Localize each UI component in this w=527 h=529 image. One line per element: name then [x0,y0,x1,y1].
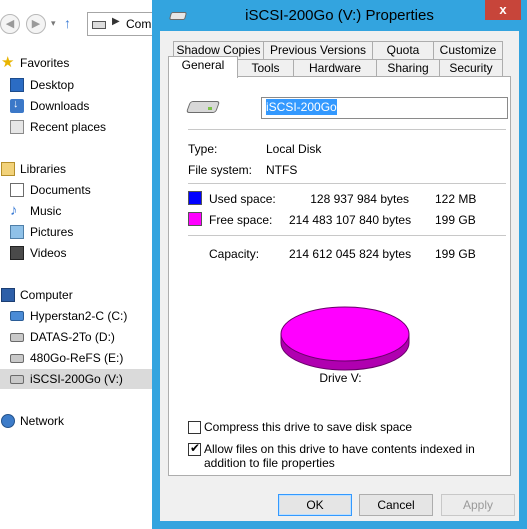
nav-drive-e-label: 480Go-ReFS (E:) [30,351,124,365]
nav-drive-c-label: Hyperstan2-C (C:) [30,309,128,323]
computer-small-icon [92,21,106,29]
nav-documents[interactable]: Documents [0,180,160,200]
nav-network[interactable]: Network [0,411,160,431]
computer-icon [1,288,15,302]
breadcrumb-chevron-icon[interactable]: ▶ [112,16,120,27]
used-space-short: 122 MB [435,192,477,206]
address-text: Com [126,17,152,31]
drive-name-text: iSCSI-200Go [266,99,337,115]
drive-icon [10,333,24,342]
dialog-body: Shadow Copies Previous Versions Quota Cu… [160,31,519,521]
network-icon [1,414,15,428]
used-space-swatch [188,191,202,205]
tab-previous-versions[interactable]: Previous Versions [263,41,373,60]
compress-label: Compress this drive to save disk space [204,420,413,434]
tab-general[interactable]: General [168,56,238,78]
ok-button[interactable]: OK [278,494,352,516]
type-value: Local Disk [266,142,322,156]
pictures-icon [10,225,24,239]
separator [188,183,506,184]
title-bar[interactable]: iSCSI-200Go (V:) Properties x [152,0,527,32]
nav-libraries-label: Libraries [20,162,67,176]
checkmark-icon: ✔ [190,441,201,455]
used-space-label: Used space: [209,192,276,206]
up-arrow-icon[interactable]: ↑ [64,15,80,31]
nav-network-label: Network [20,414,65,428]
recent-locations-chevron-icon[interactable]: ▾ [51,18,56,29]
forward-button[interactable]: ▶ [26,14,46,34]
cancel-button[interactable]: Cancel [359,494,433,516]
free-space-label: Free space: [209,213,273,227]
nav-drive-v[interactable]: iSCSI-200Go (V:) [0,369,160,389]
apply-button[interactable]: Apply [441,494,515,516]
nav-recent-places-label: Recent places [30,120,107,134]
downloads-icon [10,98,24,113]
tab-quota[interactable]: Quota [372,41,434,60]
nav-videos-label: Videos [30,246,67,260]
type-label: Type: [188,142,218,156]
back-button[interactable]: ◀ [0,14,20,34]
system-drive-icon [10,311,24,321]
nav-favorites-label: Favorites [20,56,70,70]
explorer-window: ◀ ▶ ▾ ↑ ▶ Com ★ Favorites Desktop Downlo… [0,0,167,529]
recent-places-icon [10,120,24,134]
nav-desktop-label: Desktop [30,78,75,92]
dialog-title: iSCSI-200Go (V:) Properties [245,7,434,24]
tab-customize[interactable]: Customize [433,41,503,60]
pie-free-slice [280,306,410,362]
separator [188,129,506,130]
capacity-bytes: 214 612 045 824 bytes [289,247,412,261]
nav-drive-v-label: iSCSI-200Go (V:) [30,372,123,386]
properties-dialog: iSCSI-200Go (V:) Properties x Shadow Cop… [152,0,527,529]
forward-arrow-icon: ▶ [31,18,41,30]
nav-downloads[interactable]: Downloads [0,96,160,116]
nav-documents-label: Documents [30,183,91,197]
music-icon: ♪ [10,202,18,219]
desktop-icon [10,78,24,92]
drive-icon [10,375,24,384]
nav-favorites[interactable]: ★ Favorites [0,53,160,73]
nav-drive-e[interactable]: 480Go-ReFS (E:) [0,348,160,368]
libraries-icon [1,162,15,176]
videos-icon [10,246,24,260]
drive-icon [10,354,24,363]
nav-music[interactable]: ♪ Music [0,201,160,221]
general-tab-panel: iSCSI-200Go Type: Local Disk File system… [168,76,511,476]
disk-usage-pie-chart [280,306,410,371]
index-checkbox[interactable]: ✔ [188,441,201,456]
drive-name-input[interactable]: iSCSI-200Go [261,97,508,119]
nav-libraries[interactable]: Libraries [0,159,160,179]
nav-recent-places[interactable]: Recent places [0,117,160,137]
free-space-short: 199 GB [435,213,476,227]
nav-desktop[interactable]: Desktop [0,75,160,95]
free-space-swatch [188,212,202,226]
nav-downloads-label: Downloads [30,99,90,113]
free-space-bytes: 214 483 107 840 bytes [289,213,412,227]
close-icon: x [499,2,507,17]
nav-computer[interactable]: Computer [0,285,160,305]
filesystem-label: File system: [188,163,253,177]
nav-drive-c[interactable]: Hyperstan2-C (C:) [0,306,160,326]
nav-pictures-label: Pictures [30,225,74,239]
nav-videos[interactable]: Videos [0,243,160,263]
close-button[interactable]: x [485,0,521,20]
drive-icon [185,97,221,115]
nav-computer-label: Computer [20,288,73,302]
nav-pictures[interactable]: Pictures [0,222,160,242]
nav-drive-d[interactable]: DATAS-2To (D:) [0,327,160,347]
used-space-bytes: 128 937 984 bytes [310,192,409,206]
star-icon: ★ [1,54,15,71]
separator [188,235,506,236]
index-label: Allow files on this drive to have conten… [204,442,475,470]
capacity-label: Capacity: [209,247,260,261]
capacity-short: 199 GB [435,247,476,261]
back-arrow-icon: ◀ [5,18,15,30]
nav-drive-d-label: DATAS-2To (D:) [30,330,115,344]
filesystem-value: NTFS [266,163,298,177]
explorer-toolbar: ◀ ▶ ▾ ↑ ▶ Com [0,0,167,44]
compress-checkbox[interactable] [188,421,201,434]
documents-icon [10,183,24,197]
nav-music-label: Music [30,204,62,218]
drive-caption: Drive V: [319,371,362,385]
